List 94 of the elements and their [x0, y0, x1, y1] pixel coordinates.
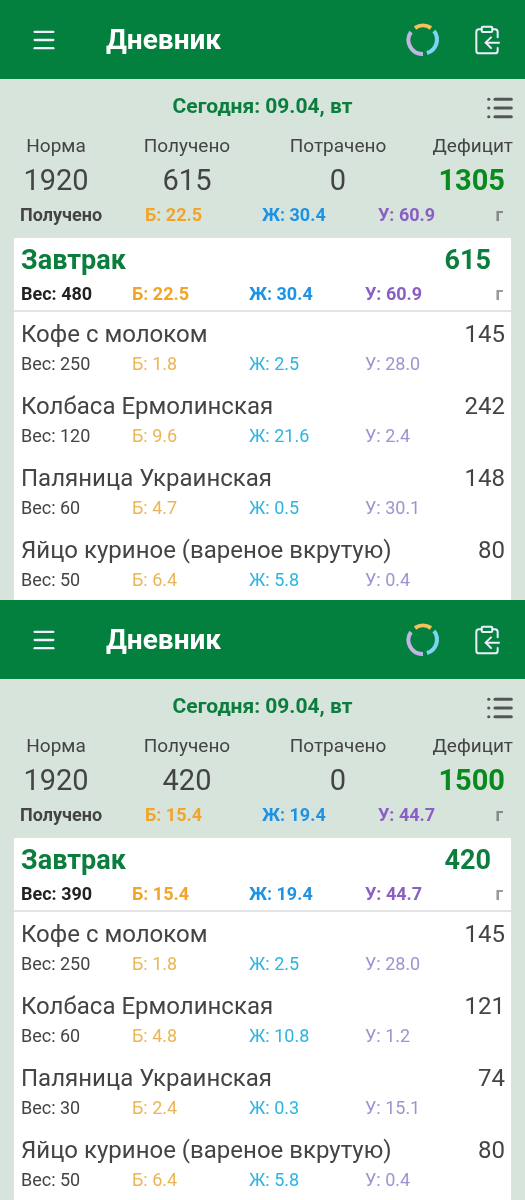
- carbs-value: У: 0.4: [365, 568, 412, 590]
- fat-value: Ж: 19.4: [249, 882, 314, 904]
- protein-value: Б: 4.7: [132, 496, 179, 518]
- total-label: Получено: [142, 733, 232, 757]
- total-value: 1305: [437, 162, 506, 197]
- food-name[interactable]: Кофе с молоком: [21, 320, 208, 348]
- total-label: Норма: [25, 133, 87, 157]
- food-weight: Вес: 60: [21, 496, 82, 518]
- meal-title[interactable]: Завтрак: [21, 244, 126, 276]
- date-label[interactable]: Сегодня: 09.04, вт: [172, 694, 353, 719]
- food-calories: 121: [464, 992, 505, 1020]
- fat-value: Ж: 5.8: [249, 568, 301, 590]
- food-name[interactable]: Паляница Украинская: [21, 1064, 272, 1092]
- meal-calories: 420: [444, 844, 491, 876]
- food-name[interactable]: Паляница Украинская: [21, 464, 272, 492]
- fat-value: Ж: 2.5: [249, 952, 301, 974]
- carbs-value: У: 60.9: [365, 282, 424, 304]
- food-name[interactable]: Колбаса Ермолинская: [21, 392, 274, 420]
- unit-label: г: [495, 803, 503, 825]
- total-label: Потрачено: [288, 133, 388, 157]
- total-value: 0: [328, 762, 348, 797]
- date-label[interactable]: Сегодня: 09.04, вт: [172, 94, 353, 119]
- total-value: 0: [328, 162, 348, 197]
- total-label: Дефицит: [431, 733, 514, 757]
- total-label: Дефицит: [431, 133, 514, 157]
- food-calories: 74: [478, 1064, 505, 1092]
- protein-value: Б: 1.8: [132, 952, 179, 974]
- total-value: 1500: [437, 762, 506, 797]
- fat-value: Ж: 19.4: [262, 803, 327, 825]
- food-calories: 145: [464, 320, 505, 348]
- meal-calories: 615: [444, 244, 491, 276]
- food-calories: 145: [464, 920, 505, 948]
- food-calories: 148: [464, 464, 505, 492]
- total-value: 1920: [22, 762, 90, 797]
- protein-value: Б: 6.4: [132, 568, 179, 590]
- macros-label: Получено: [20, 203, 104, 225]
- macros-label: Получено: [20, 803, 104, 825]
- carbs-value: У: 44.7: [365, 882, 424, 904]
- food-weight: Вес: 250: [21, 952, 92, 974]
- fat-value: Ж: 10.8: [249, 1024, 311, 1046]
- screen-title: Дневник: [106, 23, 223, 56]
- carbs-value: У: 0.4: [365, 1168, 412, 1190]
- total-value: 420: [161, 762, 213, 797]
- total-value: 1920: [22, 162, 90, 197]
- carbs-value: У: 1.2: [365, 1024, 412, 1046]
- protein-value: Б: 15.4: [145, 803, 204, 825]
- food-weight: Вес: 50: [21, 1168, 82, 1190]
- unit-label: г: [495, 882, 503, 904]
- carbs-value: У: 28.0: [365, 352, 422, 374]
- food-weight: Вес: 30: [21, 1096, 82, 1118]
- food-weight: Вес: 60: [21, 1024, 82, 1046]
- food-name[interactable]: Кофе с молоком: [21, 920, 208, 948]
- food-calories: 80: [478, 536, 505, 564]
- food-weight: Вес: 50: [21, 568, 82, 590]
- screen-title: Дневник: [106, 623, 223, 656]
- food-name[interactable]: Яйцо куриное (вареное вкрутую): [21, 536, 392, 564]
- protein-value: Б: 6.4: [132, 1168, 179, 1190]
- total-value: 615: [161, 162, 213, 197]
- food-calories: 242: [464, 392, 505, 420]
- total-label: Получено: [142, 133, 232, 157]
- meal-title[interactable]: Завтрак: [21, 844, 126, 876]
- carbs-value: У: 44.7: [378, 803, 437, 825]
- carbs-value: У: 2.4: [365, 424, 412, 446]
- total-label: Потрачено: [288, 733, 388, 757]
- ring-chart-icon[interactable]: [405, 21, 441, 58]
- carbs-value: У: 30.1: [365, 496, 422, 518]
- protein-value: Б: 4.8: [132, 1024, 179, 1046]
- ring-chart-icon[interactable]: [405, 621, 441, 658]
- meal-weight: Вес: 390: [21, 882, 94, 904]
- food-weight: Вес: 120: [21, 424, 92, 446]
- fat-value: Ж: 30.4: [249, 282, 314, 304]
- food-name[interactable]: Колбаса Ермолинская: [21, 992, 274, 1020]
- protein-value: Б: 22.5: [132, 282, 191, 304]
- unit-label: г: [495, 282, 503, 304]
- total-label: Норма: [25, 733, 87, 757]
- protein-value: Б: 9.6: [132, 424, 179, 446]
- fat-value: Ж: 0.5: [249, 496, 301, 518]
- fat-value: Ж: 30.4: [262, 203, 327, 225]
- food-name[interactable]: Яйцо куриное (вареное вкрутую): [21, 1136, 392, 1164]
- protein-value: Б: 1.8: [132, 352, 179, 374]
- food-weight: Вес: 250: [21, 352, 92, 374]
- carbs-value: У: 60.9: [378, 203, 437, 225]
- fat-value: Ж: 5.8: [249, 1168, 301, 1190]
- fat-value: Ж: 21.6: [249, 424, 311, 446]
- carbs-value: У: 28.0: [365, 952, 422, 974]
- protein-value: Б: 22.5: [145, 203, 204, 225]
- carbs-value: У: 15.1: [365, 1096, 422, 1118]
- fat-value: Ж: 0.3: [249, 1096, 301, 1118]
- unit-label: г: [495, 203, 503, 225]
- protein-value: Б: 2.4: [132, 1096, 179, 1118]
- food-calories: 80: [478, 1136, 505, 1164]
- meal-weight: Вес: 480: [21, 282, 94, 304]
- protein-value: Б: 15.4: [132, 882, 191, 904]
- fat-value: Ж: 2.5: [249, 352, 301, 374]
